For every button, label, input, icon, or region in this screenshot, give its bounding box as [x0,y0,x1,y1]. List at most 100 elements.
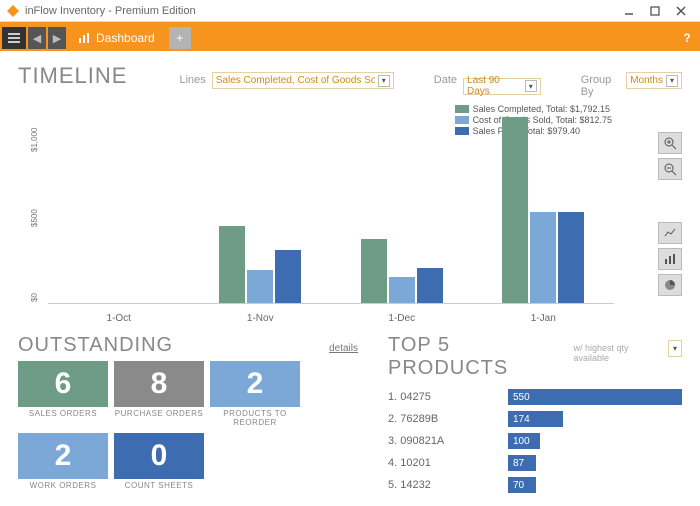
date-value: Last 90 Days [467,75,522,97]
pie-chart-button[interactable] [658,274,682,296]
bar-group [48,102,190,304]
product-bar-wrap: 174 [508,411,682,427]
bar-group [473,102,615,304]
timeline-filters: TIMELINE Lines Sales Completed, Cost of … [18,63,682,98]
x-axis: 1-Oct1-Nov1-Dec1-Jan [48,313,614,324]
product-bar-wrap: 87 [508,455,682,471]
bar [219,226,245,303]
minimize-button[interactable] [616,2,642,20]
tile-label: WORK ORDERS [18,481,108,490]
tile-label: SALES ORDERS [18,409,108,418]
top5-title: TOP 5 PRODUCTS [388,334,568,380]
product-row: 3. 090821A 100 [388,430,682,452]
outstanding-tile[interactable]: 2 WORK ORDERS [18,433,108,490]
dashboard-icon [78,32,90,44]
y-tick: $500 [30,209,39,227]
product-row: 2. 76289B 174 [388,408,682,430]
date-dropdown[interactable]: Last 90 Days ▾ [463,78,541,95]
tile-label: PURCHASE ORDERS [114,409,204,418]
window-title: inFlow Inventory - Premium Edition [25,5,196,17]
product-row: 5. 14232 70 [388,474,682,496]
zoom-out-button[interactable] [658,158,682,180]
line-chart-button[interactable] [658,222,682,244]
chevron-down-icon: ▾ [666,75,678,87]
details-link[interactable]: details [329,343,358,354]
outstanding-tile[interactable]: 8PURCHASE ORDERS [114,361,204,427]
tile-value: 0 [114,433,204,479]
outstanding-tile[interactable]: 6 SALES ORDERS [18,361,108,427]
plot-area [48,102,614,304]
titlebar: inFlow Inventory - Premium Edition [0,0,700,22]
product-bar: 550 [508,389,682,405]
timeline-title: TIMELINE [18,63,127,89]
timeline-chart: Sales Completed, Total: $1,792.15 Cost o… [18,102,682,332]
x-tick: 1-Nov [190,313,332,324]
help-button[interactable]: ? [676,27,698,49]
app-logo-icon [6,4,20,18]
nav-forward-button[interactable]: ▶ [48,27,66,49]
product-row: 4. 10201 87 [388,452,682,474]
main-toolbar: ◀ ▶ Dashboard + ? [0,25,700,51]
chevron-down-icon: ▾ [378,75,390,87]
tab-dashboard-label: Dashboard [96,31,155,45]
tile-label: COUNT SHEETS [114,481,204,490]
groupby-dropdown[interactable]: Months ▾ [626,72,682,89]
x-tick: 1-Oct [48,313,190,324]
bar-group [190,102,332,304]
product-bar: 174 [508,411,563,427]
product-bar: 100 [508,433,540,449]
new-tab-button[interactable]: + [169,27,191,49]
product-name: 1. 04275 [388,391,498,403]
outstanding-tile[interactable]: 2 PRODUCTS TO REORDER [210,361,300,427]
top5-panel: TOP 5 PRODUCTS w/ highest qty available … [388,334,682,496]
lines-dropdown[interactable]: Sales Completed, Cost of Goods Sold, S ▾ [212,72,394,89]
groupby-value: Months [630,75,663,86]
bar [530,212,556,303]
bar-group [331,102,473,304]
bar [502,117,528,303]
product-name: 2. 76289B [388,413,498,425]
tile-label: PRODUCTS TO REORDER [210,409,300,427]
top5-subtitle: w/ highest qty available [574,343,662,363]
nav-back-button[interactable]: ◀ [28,27,46,49]
groupby-label: Group By [581,74,621,98]
product-bar-wrap: 100 [508,433,682,449]
x-tick: 1-Dec [331,313,473,324]
bar-chart-button[interactable] [658,248,682,270]
outstanding-tile[interactable]: 0 COUNT SHEETS [114,433,204,490]
chevron-down-icon: ▾ [669,343,681,355]
product-name: 4. 10201 [388,457,498,469]
menu-button[interactable] [2,27,26,49]
outstanding-panel: OUTSTANDING details 6 SALES ORDERS 8PURCHA… [18,334,358,496]
product-bar: 87 [508,455,536,471]
outstanding-title: OUTSTANDING [18,334,173,357]
bar [558,212,584,303]
product-name: 3. 090821A [388,435,498,447]
y-tick: $0 [30,293,39,302]
product-name: 5. 14232 [388,479,498,491]
maximize-button[interactable] [642,2,668,20]
product-bar: 70 [508,477,536,493]
top5-dropdown[interactable]: ▾ [668,340,682,357]
tab-dashboard[interactable]: Dashboard [68,27,165,49]
bar [389,277,415,303]
bar [275,250,301,303]
tile-value: 2 [18,433,108,479]
x-tick: 1-Jan [473,313,615,324]
product-bar-wrap: 70 [508,477,682,493]
bar [247,270,273,303]
tile-value: 2 [210,361,300,407]
zoom-in-button[interactable] [658,132,682,154]
y-axis: $0 $500 $1,000 [18,102,46,304]
y-tick: $1,000 [30,128,39,152]
lines-label: Lines [179,74,205,86]
close-button[interactable] [668,2,694,20]
chevron-down-icon: ▾ [525,80,537,92]
tile-value: 6 [18,361,108,407]
lines-value: Sales Completed, Cost of Goods Sold, S [216,75,375,86]
bar [361,239,387,303]
date-label: Date [434,74,457,86]
product-row: 1. 04275 550 [388,386,682,408]
bar [417,268,443,303]
product-bar-wrap: 550 [508,389,682,405]
